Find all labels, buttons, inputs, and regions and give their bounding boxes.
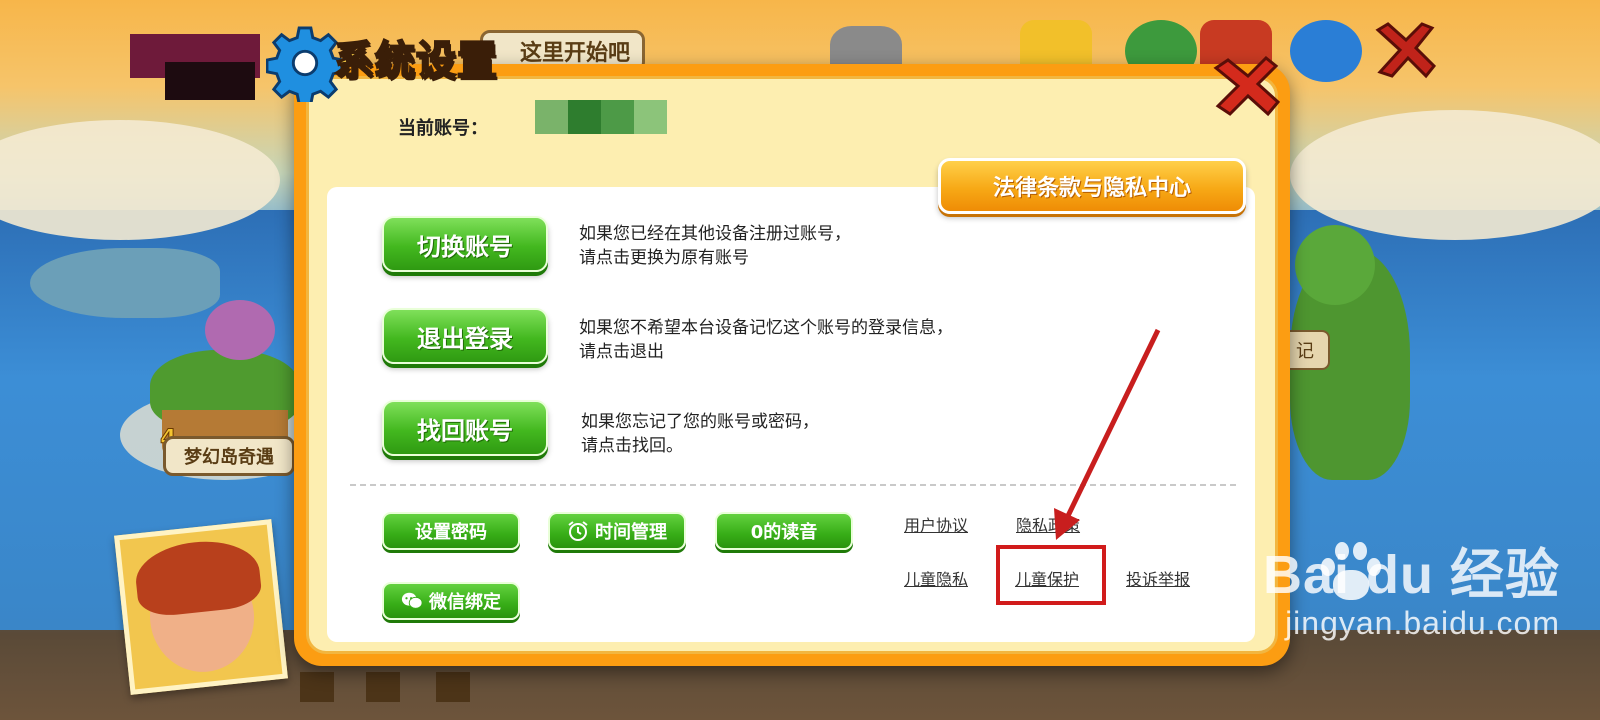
switch-account-description: 如果您已经在其他设备注册过账号， 请点击更换为原有账号	[579, 222, 851, 270]
island	[150, 350, 300, 470]
masked-area	[165, 62, 255, 100]
alarm-clock-icon	[568, 521, 588, 541]
voice-reading-label: 0的读音	[750, 522, 818, 543]
island-label[interactable]: 梦幻岛奇遇	[163, 436, 295, 476]
annotation-highlight-box	[996, 545, 1106, 605]
complaint-report-link[interactable]: 投诉举报	[1126, 566, 1190, 590]
child-privacy-link[interactable]: 儿童隐私	[904, 566, 968, 590]
description-line: 如果您已经在其他设备注册过账号，	[579, 224, 851, 244]
recover-account-description: 如果您忘记了您的账号或密码， 请点击找回。	[581, 410, 819, 458]
whale	[30, 248, 220, 318]
baidu-watermark: Bai du 经验 jingyan.baidu.com	[1263, 530, 1560, 642]
close-dialog-button[interactable]	[1210, 55, 1284, 118]
tree	[1295, 225, 1375, 305]
description-line: 请点击找回。	[581, 436, 683, 456]
wechat-bind-label: 微信绑定	[429, 592, 501, 613]
close-icon[interactable]	[1210, 55, 1284, 118]
description-line: 请点击退出	[579, 342, 664, 362]
privacy-policy-link[interactable]: 隐私政策	[1016, 512, 1080, 536]
watermark-url: jingyan.baidu.com	[1285, 605, 1560, 641]
set-password-button[interactable]: 设置密码	[382, 512, 520, 550]
divider	[350, 484, 1236, 486]
dialog-title: 系统设置	[333, 37, 498, 85]
user-agreement-link[interactable]: 用户协议	[904, 512, 968, 536]
legal-privacy-center-button[interactable]: 法律条款与隐私中心	[938, 158, 1246, 214]
settings-gear-icon[interactable]	[1290, 20, 1362, 82]
set-password-label: 设置密码	[415, 522, 487, 543]
watermark-logo: Bai du 经验	[1262, 545, 1560, 605]
logout-description: 如果您不希望本台设备记忆这个账号的登录信息， 请点击退出	[579, 316, 953, 364]
time-management-label: 时间管理	[595, 522, 667, 543]
voice-reading-button[interactable]: 0的读音	[715, 512, 853, 550]
masked-area	[300, 672, 334, 702]
recover-account-button[interactable]: 找回账号	[382, 400, 548, 456]
wechat-icon	[401, 592, 423, 609]
logout-button[interactable]: 退出登录	[382, 308, 548, 364]
description-line: 请点击更换为原有账号	[579, 248, 749, 268]
description-line: 如果您不希望本台设备记忆这个账号的登录信息，	[579, 318, 953, 338]
avatar[interactable]	[114, 519, 288, 695]
switch-account-button[interactable]: 切换账号	[382, 216, 548, 272]
masked-area	[436, 672, 470, 702]
masked-area	[366, 672, 400, 702]
gear-icon	[266, 26, 344, 102]
account-label: 当前账号：	[398, 118, 488, 139]
account-value-masked	[535, 100, 667, 134]
tree	[205, 300, 275, 360]
cloud	[1290, 110, 1600, 240]
wechat-bind-button[interactable]: 微信绑定	[382, 582, 520, 620]
description-line: 如果您忘记了您的账号或密码，	[581, 412, 819, 432]
time-management-button[interactable]: 时间管理	[548, 512, 686, 550]
close-icon[interactable]	[1370, 20, 1442, 82]
